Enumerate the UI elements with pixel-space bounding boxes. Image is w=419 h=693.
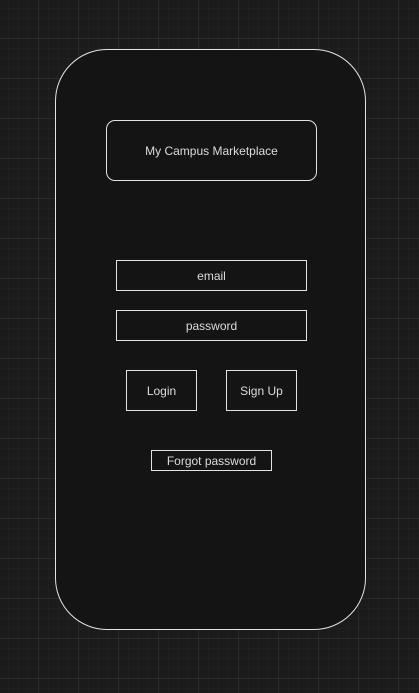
app-title: My Campus Marketplace [145, 143, 278, 158]
login-button[interactable]: Login [126, 370, 197, 411]
password-placeholder: password [185, 318, 238, 333]
sign-up-button[interactable]: Sign Up [226, 370, 297, 411]
forgot-password-button[interactable]: Forgot password [151, 450, 272, 471]
phone-frame: My Campus Marketplace email password Log… [55, 49, 366, 630]
email-placeholder: email [197, 268, 226, 283]
sign-up-button-label: Sign Up [240, 383, 283, 398]
app-title-box: My Campus Marketplace [106, 120, 317, 181]
password-field[interactable]: password [116, 310, 307, 341]
email-field[interactable]: email [116, 260, 307, 291]
forgot-password-label: Forgot password [166, 453, 257, 468]
login-button-label: Login [146, 383, 177, 398]
